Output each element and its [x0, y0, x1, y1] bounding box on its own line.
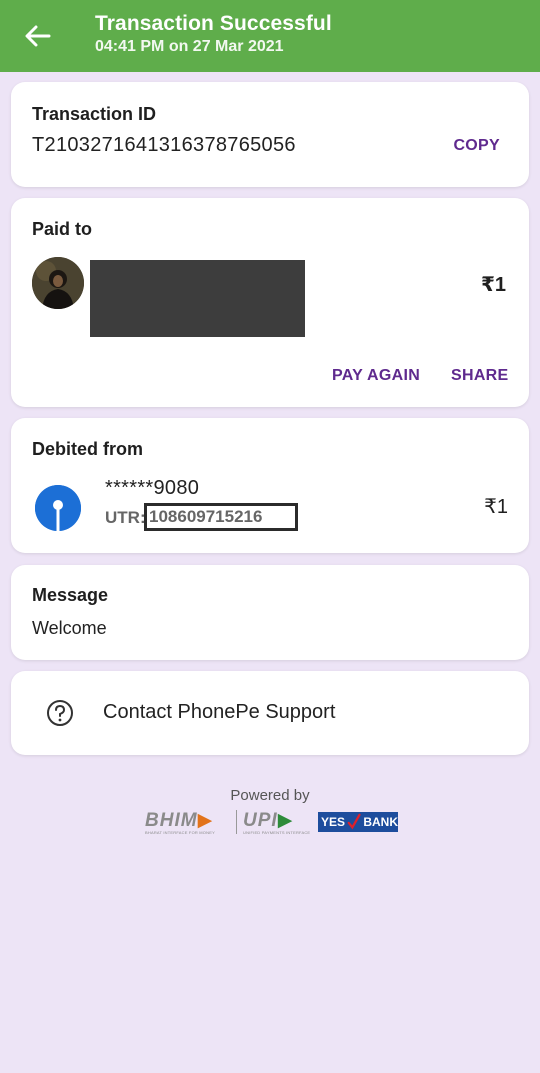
- account-number: ******9080: [105, 477, 200, 499]
- debited-from-card: Debited from ******9080 UTR: 10860971521…: [11, 418, 529, 553]
- upi-logo-text: UPI: [243, 810, 278, 831]
- yes-bank-bank-text: BANK: [363, 815, 398, 829]
- bank-logo-icon: [35, 485, 81, 531]
- contact-support-label: Contact PhonePe Support: [103, 701, 336, 723]
- app-header: Transaction Successful 04:41 PM on 27 Ma…: [0, 0, 540, 72]
- utr-value: 108609715216: [144, 503, 298, 531]
- yes-bank-yes-text: YES: [321, 815, 346, 829]
- yes-bank-logo: YES BANK: [318, 812, 398, 832]
- pay-again-button[interactable]: PAY AGAIN: [332, 367, 420, 385]
- utr-label: UTR:: [105, 508, 146, 527]
- debited-amount: ₹1: [484, 496, 508, 518]
- copy-button[interactable]: COPY: [453, 137, 500, 155]
- paid-amount: ₹1: [480, 274, 506, 296]
- message-text: Welcome: [32, 618, 107, 638]
- logo-divider: [236, 810, 237, 834]
- back-arrow-icon[interactable]: [22, 20, 54, 52]
- paid-to-heading: Paid to: [32, 219, 93, 239]
- page-title: Transaction Successful: [95, 12, 332, 35]
- transaction-timestamp: 04:41 PM on 27 Mar 2021: [95, 38, 284, 55]
- message-heading: Message: [32, 585, 109, 605]
- transaction-id-card: Transaction ID T2103271641316378765056 C…: [11, 82, 529, 187]
- powered-by-label: Powered by: [230, 787, 310, 804]
- debited-from-heading: Debited from: [32, 439, 144, 459]
- share-button[interactable]: SHARE: [451, 367, 509, 385]
- transaction-id-heading: Transaction ID: [32, 104, 157, 124]
- help-circle-icon: [46, 699, 74, 727]
- message-card: Message Welcome: [11, 565, 529, 660]
- payee-avatar: [32, 257, 84, 309]
- upi-logo: UPI▶: [243, 810, 294, 831]
- contact-support-button[interactable]: Contact PhonePe Support: [11, 671, 529, 755]
- redacted-payee-name: [90, 260, 305, 337]
- upi-tagline: UNIFIED PAYMENTS INTERFACE: [243, 830, 311, 835]
- bhim-logo-text: BHIM: [145, 810, 198, 831]
- bhim-tagline: BHARAT INTERFACE FOR MONEY: [145, 830, 215, 835]
- bhim-logo: BHIM▶: [145, 810, 214, 831]
- paid-to-card: Paid to ₹1 PAY AGAIN SHARE: [11, 198, 529, 407]
- transaction-id-value: T2103271641316378765056: [32, 134, 296, 156]
